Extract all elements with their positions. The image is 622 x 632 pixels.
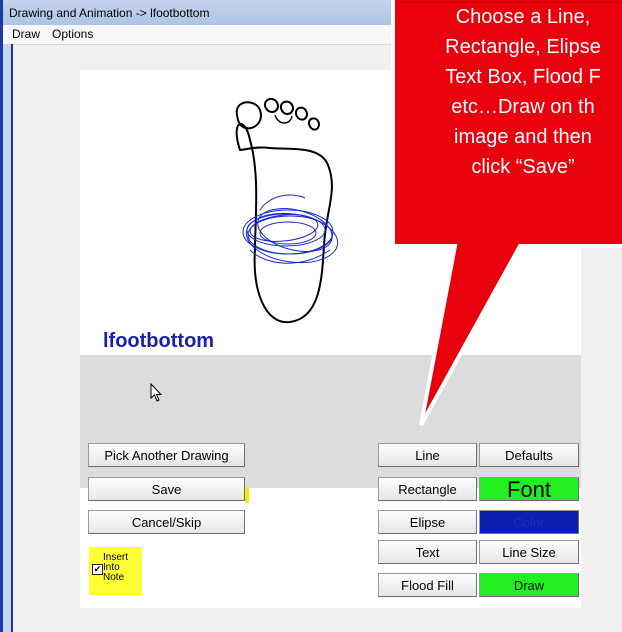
text-tool-button[interactable]: Text — [378, 540, 477, 564]
canvas-gray-band — [80, 355, 581, 488]
drawing-canvas[interactable]: lfootbottom — [80, 70, 581, 355]
save-button[interactable]: Save — [88, 477, 245, 501]
font-button[interactable]: Font — [479, 477, 579, 501]
insert-label-line3: Note — [103, 572, 125, 583]
defaults-button[interactable]: Defaults — [479, 443, 579, 467]
drawing-window: Drawing and Animation -> lfootbottom Dra… — [0, 0, 622, 632]
window-title: Drawing and Animation -> lfootbottom — [9, 6, 210, 20]
drawing-name-label: lfootbottom — [103, 330, 215, 352]
line-size-button[interactable]: Line Size — [479, 540, 579, 564]
menu-options[interactable]: Options — [52, 27, 93, 41]
cancel-skip-button[interactable]: Cancel/Skip — [88, 510, 245, 534]
checkbox-icon[interactable]: ✔ — [92, 564, 103, 575]
insert-into-note-option[interactable]: ✔ Insert Into Note — [89, 547, 142, 595]
draw-button[interactable]: Draw — [479, 573, 579, 597]
line-tool-button[interactable]: Line — [378, 443, 477, 467]
mouse-pointer-icon — [150, 383, 163, 402]
foot-outline-image — [235, 97, 339, 324]
rectangle-tool-button[interactable]: Rectangle — [378, 477, 477, 501]
pick-another-drawing-button[interactable]: Pick Another Drawing — [88, 443, 245, 467]
title-bar[interactable]: Drawing and Animation -> lfootbottom — [3, 0, 622, 26]
save-highlight-marker — [245, 487, 249, 503]
color-button[interactable]: Color — [479, 510, 579, 534]
elipse-tool-button[interactable]: Elipse — [378, 510, 477, 534]
flood-fill-tool-button[interactable]: Flood Fill — [378, 573, 477, 597]
menu-bar: Draw Options — [3, 25, 622, 45]
left-frame-strip — [3, 44, 13, 632]
menu-draw[interactable]: Draw — [12, 27, 40, 41]
